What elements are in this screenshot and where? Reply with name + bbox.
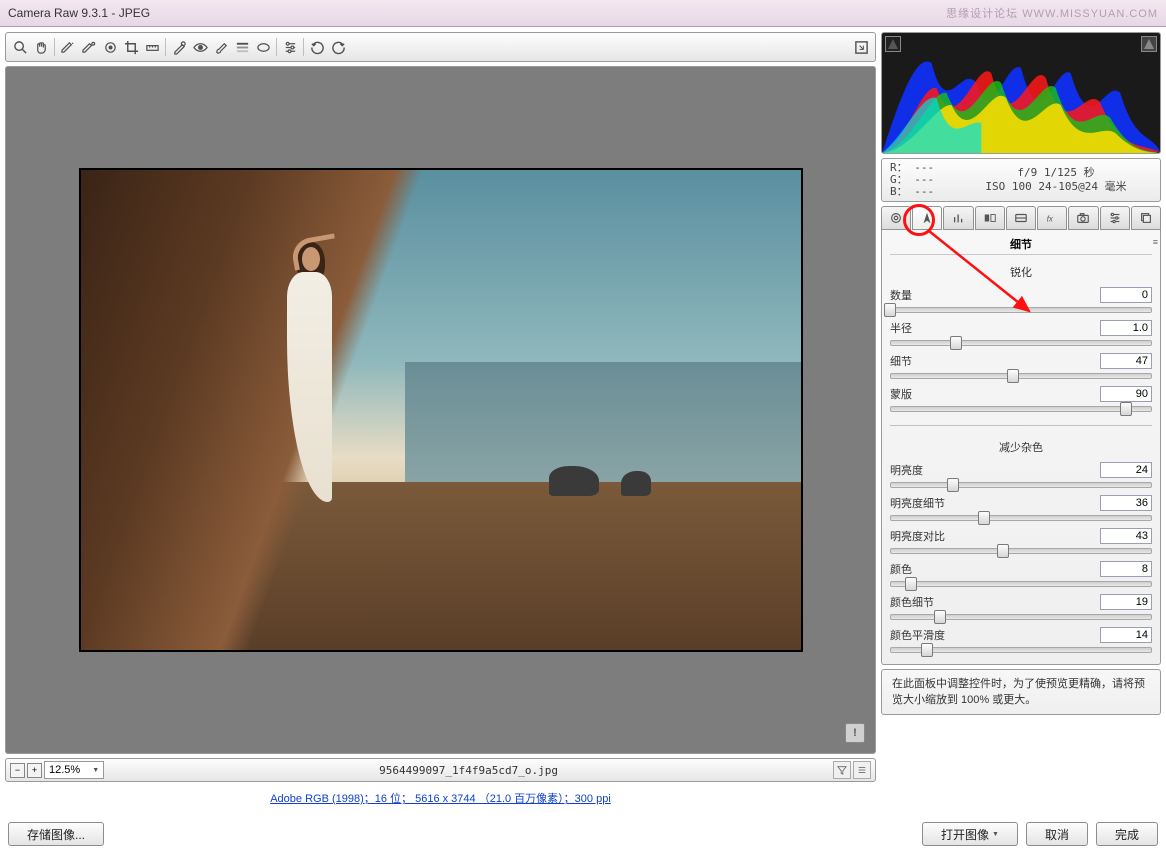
masking-slider[interactable]: 蒙版90 xyxy=(890,386,1152,414)
rotate-cw-icon[interactable] xyxy=(328,37,348,57)
crop-tool-icon[interactable] xyxy=(121,37,141,57)
radius-slider[interactable]: 半径1.0 xyxy=(890,320,1152,348)
luminance-slider[interactable]: 明亮度24 xyxy=(890,462,1152,490)
panel-tabs: fx xyxy=(881,206,1161,230)
preferences-tool-icon[interactable] xyxy=(280,37,300,57)
cancel-button[interactable]: 取消 xyxy=(1026,822,1088,846)
footer: 存储图像... 打开图像▼ 取消 完成 xyxy=(0,815,1166,853)
adjustment-brush-tool-icon[interactable] xyxy=(211,37,231,57)
detail-slider[interactable]: 细节47 xyxy=(890,353,1152,381)
color-detail-slider[interactable]: 颜色细节19 xyxy=(890,594,1152,622)
tab-presets[interactable] xyxy=(1100,206,1130,230)
tab-lens[interactable] xyxy=(1006,206,1036,230)
highlight-clip-icon[interactable] xyxy=(1141,36,1157,52)
spot-removal-tool-icon[interactable] xyxy=(169,37,189,57)
tab-split-toning[interactable] xyxy=(975,206,1005,230)
image-preview[interactable]: ! xyxy=(5,66,876,754)
tab-effects[interactable]: fx xyxy=(1037,206,1067,230)
workflow-options-link[interactable]: Adobe RGB (1998)；16 位； 5616 x 3744 （21.0… xyxy=(5,786,876,810)
target-adjustment-tool-icon[interactable] xyxy=(100,37,120,57)
window-title: Camera Raw 9.3.1 - JPEG xyxy=(8,6,150,20)
radial-filter-tool-icon[interactable] xyxy=(253,37,273,57)
panel-hint: 在此面板中调整控件时，为了使预览更精确，请将预览大小缩放到 100% 或更大。 xyxy=(881,669,1161,715)
tab-snapshots[interactable] xyxy=(1131,206,1161,230)
fullscreen-toggle-icon[interactable] xyxy=(851,37,871,57)
filename-label: 9564499097_1f4f9a5cd7_o.jpg xyxy=(108,764,829,777)
tab-basic[interactable] xyxy=(881,206,911,230)
rotate-ccw-icon[interactable] xyxy=(307,37,327,57)
shadow-clip-icon[interactable] xyxy=(885,36,901,52)
hand-tool-icon[interactable] xyxy=(31,37,51,57)
panel-menu-icon[interactable]: ≡ xyxy=(1153,237,1156,247)
zoom-in-button[interactable]: + xyxy=(27,763,42,778)
warning-icon[interactable]: ! xyxy=(845,723,865,743)
rgb-readout: R： --- G： --- B： --- f/9 1/125 秒 ISO 100… xyxy=(881,158,1161,202)
zoom-select[interactable]: 12.5%▼ xyxy=(44,761,104,779)
amount-slider[interactable]: 数量0 xyxy=(890,287,1152,315)
filter-toggle-icon[interactable] xyxy=(833,761,851,779)
sharpening-section: 锐化 xyxy=(890,261,1152,283)
detail-panel: 细节 ≡ 锐化 数量0 半径1.0 细节47 蒙版90 减少杂色 明亮度24 明… xyxy=(881,230,1161,665)
straighten-tool-icon[interactable] xyxy=(142,37,162,57)
tab-camera[interactable] xyxy=(1068,206,1098,230)
exif-line2: ISO 100 24-105@24 毫米 xyxy=(960,180,1152,194)
color-slider[interactable]: 颜色8 xyxy=(890,561,1152,589)
main-toolbar xyxy=(5,32,876,62)
luminance-contrast-slider[interactable]: 明亮度对比43 xyxy=(890,528,1152,556)
done-button[interactable]: 完成 xyxy=(1096,822,1158,846)
tab-detail[interactable] xyxy=(912,206,942,230)
open-image-button[interactable]: 打开图像▼ xyxy=(922,822,1018,846)
color-sampler-tool-icon[interactable] xyxy=(79,37,99,57)
zoom-out-button[interactable]: − xyxy=(10,763,25,778)
watermark: 思缘设计论坛 WWW.MISSYUAN.COM xyxy=(946,5,1158,21)
tab-hsl[interactable] xyxy=(943,206,973,230)
zoom-tool-icon[interactable] xyxy=(10,37,30,57)
camera-raw-window: Camera Raw 9.3.1 - JPEG 思缘设计论坛 WWW.MISSY… xyxy=(0,0,1166,853)
title-bar: Camera Raw 9.3.1 - JPEG 思缘设计论坛 WWW.MISSY… xyxy=(0,0,1166,27)
svg-text:fx: fx xyxy=(1047,215,1054,224)
white-balance-tool-icon[interactable] xyxy=(58,37,78,57)
save-image-button[interactable]: 存储图像... xyxy=(8,822,104,846)
b-value: B： --- xyxy=(890,186,960,198)
red-eye-tool-icon[interactable] xyxy=(190,37,210,57)
histogram[interactable] xyxy=(881,32,1161,154)
graduated-filter-tool-icon[interactable] xyxy=(232,37,252,57)
noise-section: 减少杂色 xyxy=(890,436,1152,458)
panel-title: 细节 ≡ xyxy=(890,234,1152,255)
photo xyxy=(79,168,803,652)
rating-toggle-icon[interactable] xyxy=(853,761,871,779)
luminance-detail-slider[interactable]: 明亮度细节36 xyxy=(890,495,1152,523)
exif-line1: f/9 1/125 秒 xyxy=(960,166,1152,180)
color-smoothness-slider[interactable]: 颜色平滑度14 xyxy=(890,627,1152,655)
status-bar: − + 12.5%▼ 9564499097_1f4f9a5cd7_o.jpg xyxy=(5,758,876,782)
